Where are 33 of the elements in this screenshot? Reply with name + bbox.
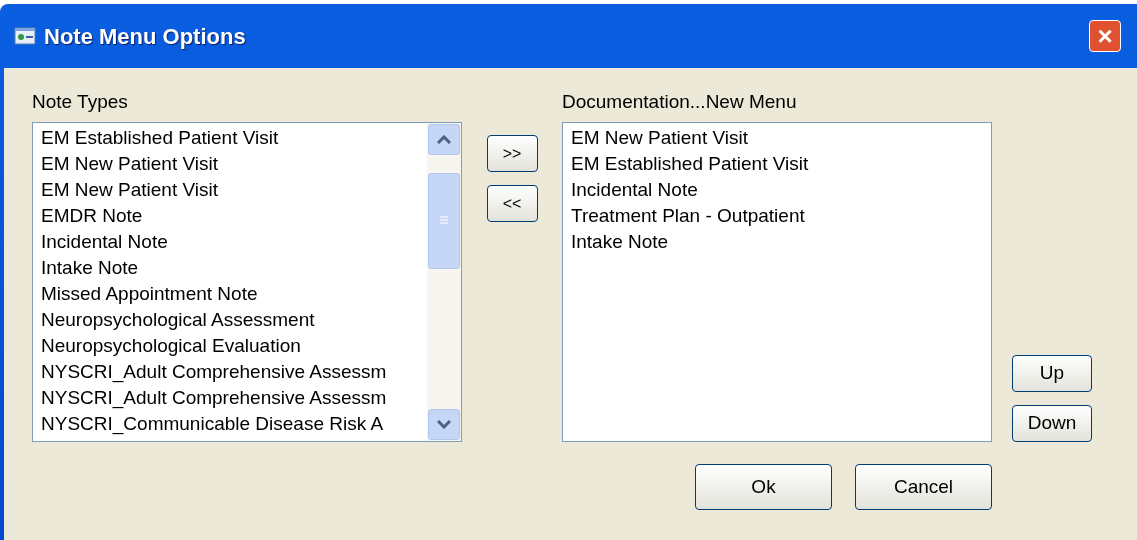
button[interactable]: Down [1012, 405, 1092, 442]
window-icon [14, 27, 36, 45]
button[interactable]: << [486, 185, 538, 222]
list-item[interactable]: Intake Note [571, 229, 669, 255]
list-item[interactable]: EM New Patient Visit [41, 151, 219, 177]
list-item[interactable]: NYSCRI_Communicable Disease Risk A [41, 411, 384, 437]
close-button[interactable]: × [1089, 20, 1121, 52]
scrollbar[interactable] [427, 123, 461, 441]
button[interactable]: >> [486, 135, 538, 172]
list-item[interactable]: Incidental Note [41, 229, 168, 255]
list-item[interactable]: EM Established Patient Visit [41, 125, 279, 151]
list-item[interactable]: Neuropsychological Assessment [41, 307, 315, 333]
list-item[interactable]: EM Established Patient Visit [571, 151, 809, 177]
button[interactable]: Cancel [855, 464, 992, 510]
list-label: Documentation...New Menu [562, 90, 798, 114]
scroll-down-button[interactable] [428, 409, 460, 440]
window-title: Note Menu Options [44, 22, 246, 51]
list-item[interactable]: NYSCRI_Adult Comprehensive Assessm [41, 385, 387, 411]
list-item[interactable]: EMDR Note [41, 203, 143, 229]
list-item[interactable]: Intake Note [41, 255, 139, 281]
list-item[interactable]: NYSCRI_Adult Comprehensive Assessm [41, 359, 387, 385]
list-item[interactable]: Treatment Plan - Outpatient [571, 203, 805, 229]
list-item[interactable]: EM New Patient Visit [41, 177, 219, 203]
list-item[interactable]: Neuropsychological Evaluation [41, 333, 301, 359]
button[interactable]: Ok [695, 464, 832, 510]
scroll-up-button[interactable] [428, 124, 460, 155]
grip-icon [439, 216, 449, 226]
list-item[interactable]: Missed Appointment Note [41, 281, 258, 307]
list-label: Note Types [32, 90, 129, 114]
list-item[interactable]: Incidental Note [571, 177, 698, 203]
list-item[interactable]: EM New Patient Visit [571, 125, 749, 151]
button[interactable]: Up [1012, 355, 1092, 392]
scroll-thumb[interactable] [428, 173, 460, 269]
